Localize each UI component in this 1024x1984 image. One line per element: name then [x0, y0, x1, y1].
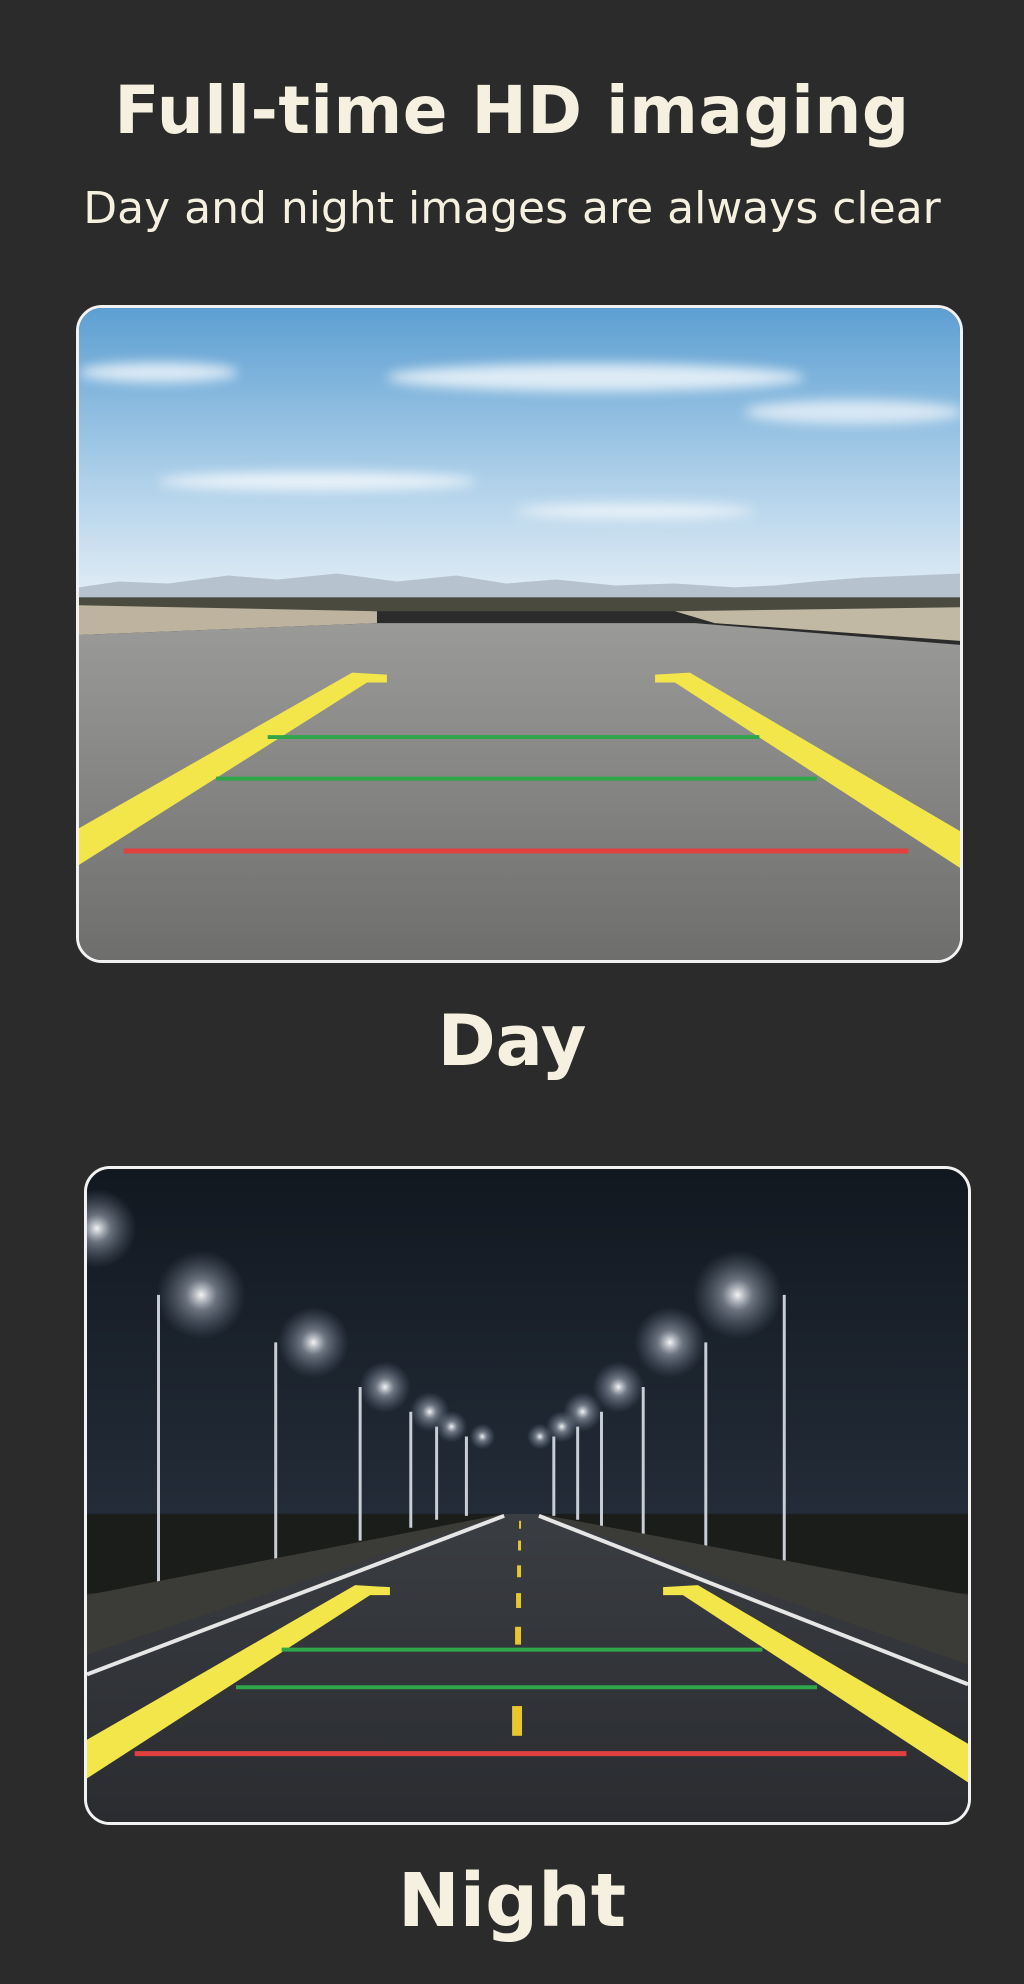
night-caption: Night — [397, 1858, 627, 1944]
night-camera-image — [84, 1166, 971, 1825]
road — [79, 623, 960, 960]
day-camera-image — [76, 305, 963, 963]
page-title: Full-time HD imaging — [114, 72, 910, 149]
page-subtitle: Day and night images are always clear — [83, 183, 941, 234]
night-scene — [87, 1169, 968, 1822]
day-scene — [79, 308, 960, 960]
day-caption: Day — [437, 1000, 587, 1082]
